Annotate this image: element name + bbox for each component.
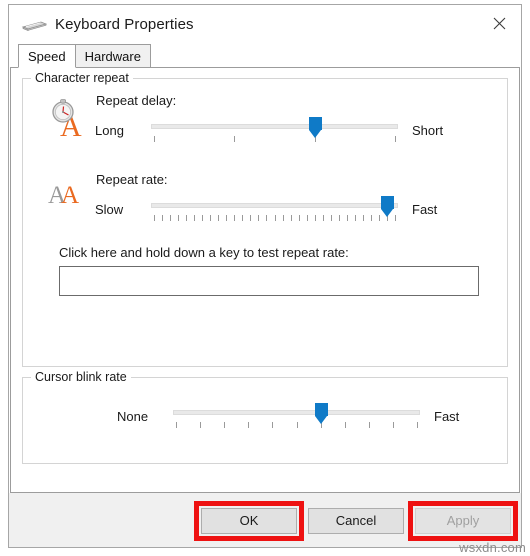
- repeat-rate-main: Repeat rate: Slow Fast: [95, 172, 507, 223]
- ok-button[interactable]: OK: [201, 507, 297, 534]
- repeat-rate-right-label: Fast: [412, 201, 438, 217]
- repeat-rate-slider[interactable]: [151, 195, 398, 223]
- repeat-delay-row: A Repeat delay: Long Short: [23, 79, 507, 144]
- repeat-rate-left-label: Slow: [95, 201, 124, 217]
- repeat-delay-slider-thumb[interactable]: [308, 117, 322, 138]
- tab-page-speed: Character repeat A Repeat delay: Long Sh…: [10, 67, 520, 493]
- repeat-delay-slider-line: Long Short: [95, 116, 507, 144]
- tab-speed-label: Speed: [28, 49, 66, 64]
- repeat-rate-label: Repeat rate:: [96, 172, 168, 187]
- keyboard-properties-dialog: Keyboard Properties Speed Hardware Chara…: [8, 4, 522, 548]
- keyboard-icon: [21, 14, 48, 34]
- repeat-delay-label: Repeat delay:: [96, 93, 177, 108]
- repeat-rate-slider-ticks: [154, 215, 396, 221]
- repeat-rate-slider-track: [151, 203, 398, 208]
- cursor-blink-left-label: None: [117, 408, 149, 424]
- dialog-footer: OK Cancel Apply: [9, 493, 521, 547]
- repeat-delay-main: Repeat delay: Long Short: [95, 93, 507, 144]
- repeat-rate-test-block: Click here and hold down a key to test r…: [23, 223, 507, 296]
- repeat-delay-slider-track: [151, 124, 398, 129]
- repeat-delay-left-label: Long: [95, 122, 124, 138]
- cursor-blink-slider[interactable]: [173, 402, 420, 430]
- character-repeat-group: Character repeat A Repeat delay: Long Sh…: [22, 71, 508, 367]
- repeat-rate-test-label: Click here and hold down a key to test r…: [59, 245, 349, 260]
- repeat-delay-slider[interactable]: [151, 116, 398, 144]
- repeat-delay-slider-ticks: [154, 136, 396, 142]
- ok-button-wrap: OK: [194, 500, 304, 541]
- window-title: Keyboard Properties: [55, 15, 194, 33]
- tab-speed[interactable]: Speed: [18, 44, 76, 68]
- cursor-blink-slider-thumb[interactable]: [314, 403, 328, 424]
- apply-button: Apply: [415, 507, 511, 534]
- cancel-button[interactable]: Cancel: [308, 507, 404, 534]
- character-repeat-group-title: Character repeat: [31, 71, 133, 85]
- watermark: wsxdn.com: [459, 540, 526, 555]
- cancel-button-wrap: Cancel: [308, 507, 404, 534]
- repeat-rate-row: A A Repeat rate: Slow Fast: [23, 144, 507, 223]
- svg-text:A: A: [61, 182, 79, 208]
- cursor-blink-slider-ticks: [176, 422, 418, 428]
- cursor-blink-rate-group: Cursor blink rate None Fast: [22, 370, 508, 464]
- apply-button-wrap: Apply: [408, 500, 518, 541]
- repeat-rate-slider-line: Slow Fast: [95, 195, 507, 223]
- tab-hardware-label: Hardware: [84, 49, 141, 64]
- tab-strip: Speed Hardware: [9, 43, 521, 68]
- title-bar: Keyboard Properties: [9, 5, 521, 43]
- cursor-blink-right-label: Fast: [434, 408, 460, 424]
- repeat-rate-test-input[interactable]: [59, 266, 479, 296]
- close-icon[interactable]: [477, 5, 521, 41]
- speed-page-body: Character repeat A Repeat delay: Long Sh…: [11, 68, 519, 492]
- tab-hardware[interactable]: Hardware: [74, 44, 151, 67]
- cursor-blink-rate-group-title: Cursor blink rate: [31, 370, 131, 384]
- repeat-rate-slider-thumb[interactable]: [381, 196, 395, 217]
- repeat-delay-right-label: Short: [412, 122, 444, 138]
- stopwatch-letter-a-icon: A: [43, 93, 95, 139]
- double-letter-a-icon: A A: [43, 172, 95, 208]
- cursor-blink-slider-track: [173, 410, 420, 415]
- cursor-blink-rate-row: None Fast: [23, 378, 507, 430]
